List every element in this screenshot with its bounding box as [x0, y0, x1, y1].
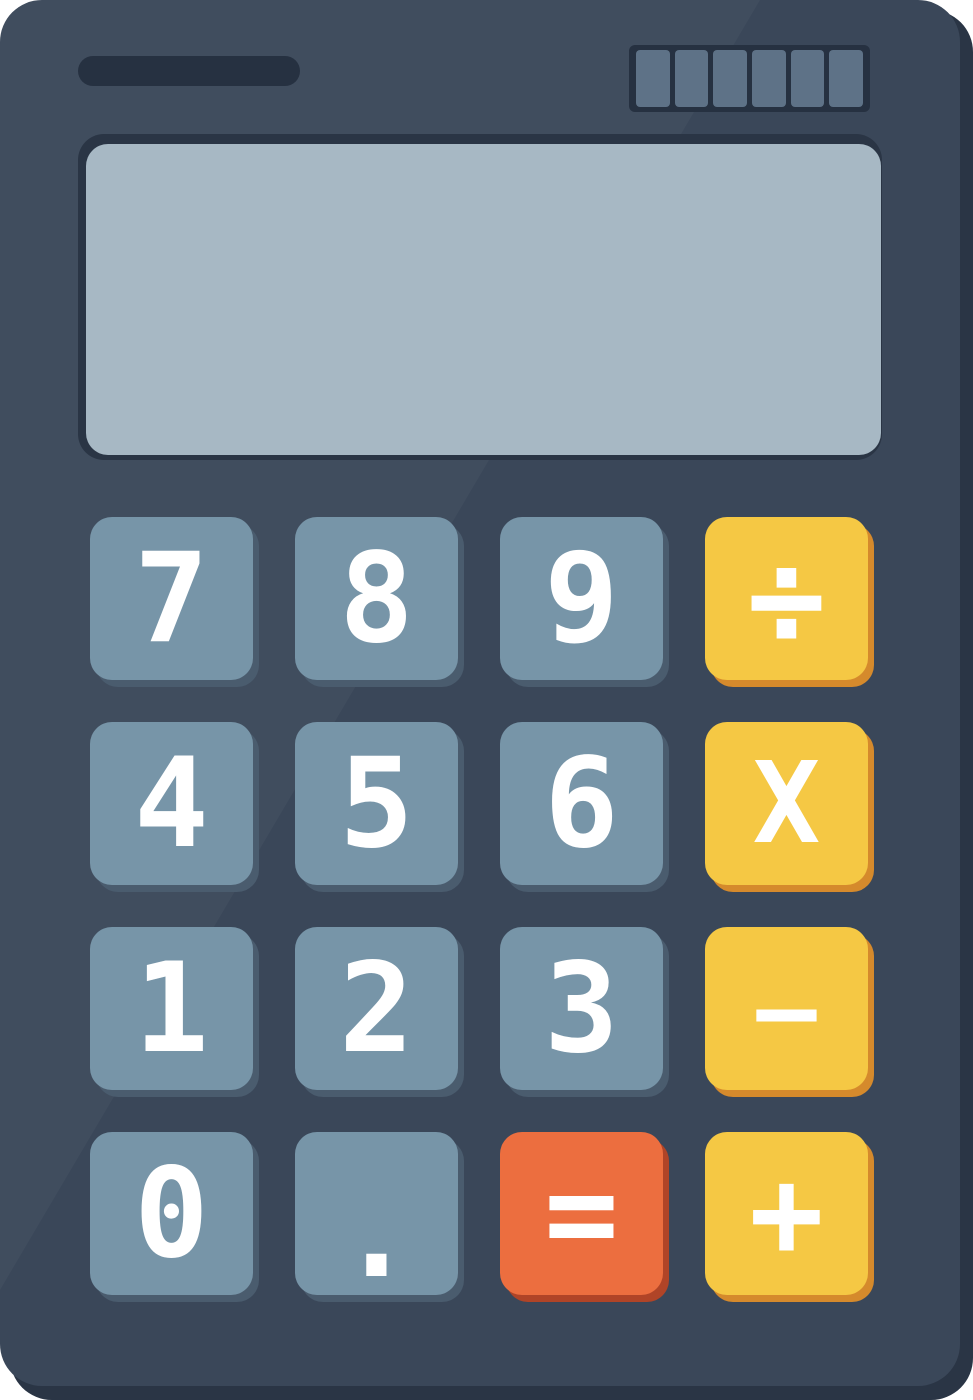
calculator-body: 7 8 9 ÷ 4 5 6 X 1 2 3 — 0 . = + [0, 0, 960, 1386]
key-7[interactable]: 7 [90, 517, 253, 680]
subtract-button[interactable]: — [705, 927, 868, 1090]
key-label: 7 [134, 526, 209, 671]
divide-icon: ÷ [747, 522, 826, 675]
equals-icon: = [544, 1141, 619, 1286]
key-label: 4 [134, 731, 209, 876]
key-4[interactable]: 4 [90, 722, 253, 885]
key-label: 8 [339, 526, 414, 671]
key-1[interactable]: 1 [90, 927, 253, 1090]
equals-button[interactable]: = [500, 1132, 663, 1295]
key-0[interactable]: 0 [90, 1132, 253, 1295]
key-label: 9 [544, 526, 619, 671]
display-screen [86, 144, 881, 455]
solar-cell [674, 50, 709, 107]
key-6[interactable]: 6 [500, 722, 663, 885]
decimal-point-icon: . [339, 1161, 414, 1306]
solar-cell [829, 50, 864, 107]
decimal-button[interactable]: . [295, 1132, 458, 1306]
solar-cell [713, 50, 748, 107]
add-button[interactable]: + [705, 1132, 868, 1295]
key-label: 1 [134, 936, 209, 1081]
key-label: 5 [339, 731, 414, 876]
solar-cell [790, 50, 825, 107]
solar-cell [636, 50, 670, 107]
minus-icon: — [756, 949, 817, 1067]
divide-button[interactable]: ÷ [705, 517, 868, 680]
key-label: 0 [134, 1141, 209, 1286]
solar-panel [629, 45, 870, 112]
key-2[interactable]: 2 [295, 927, 458, 1090]
speaker-slot [78, 56, 300, 86]
key-5[interactable]: 5 [295, 722, 458, 885]
key-9[interactable]: 9 [500, 517, 663, 680]
plus-icon: + [749, 1141, 824, 1286]
key-label: 6 [544, 731, 619, 876]
key-label: 3 [544, 936, 619, 1081]
multiply-icon: X [752, 738, 821, 869]
key-3[interactable]: 3 [500, 927, 663, 1090]
key-8[interactable]: 8 [295, 517, 458, 680]
key-label: 2 [339, 936, 414, 1081]
solar-cell [752, 50, 786, 107]
multiply-button[interactable]: X [705, 722, 868, 885]
